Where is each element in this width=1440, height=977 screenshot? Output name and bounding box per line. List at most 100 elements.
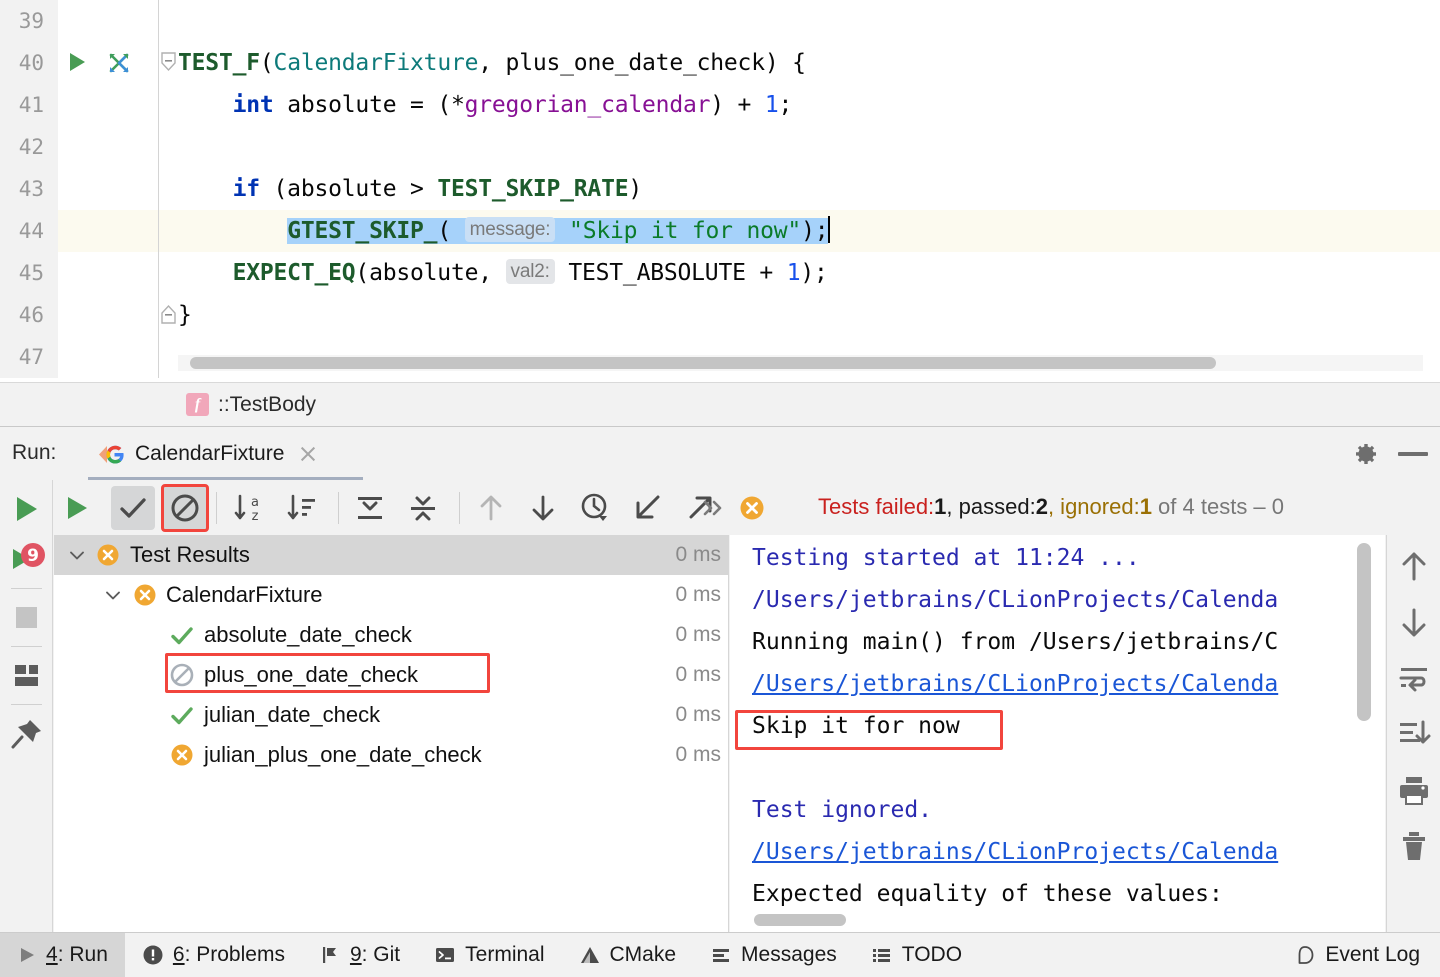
console-line-link[interactable]: /Users/jetbrains/CLionProjects/Calenda <box>752 663 1278 705</box>
play-icon <box>17 945 37 965</box>
chevron-down-icon[interactable] <box>104 586 122 604</box>
tree-row-julian-date-check[interactable]: julian_date_check 0 ms <box>54 695 728 735</box>
layout-button[interactable] <box>0 651 53 701</box>
scroll-down-button[interactable] <box>1389 597 1439 647</box>
test-state-icon[interactable] <box>106 50 132 76</box>
tree-row-absolute-date-check[interactable]: absolute_date_check 0 ms <box>54 615 728 655</box>
code-fold-open-icon[interactable] <box>159 52 178 74</box>
scroll-up-button[interactable] <box>1389 541 1439 591</box>
show-passed-button[interactable] <box>111 486 155 530</box>
test-console-output[interactable]: Testing started at 11:24 ... /Users/jetb… <box>730 535 1385 932</box>
line-number: 41 <box>18 93 44 117</box>
failed-icon <box>740 496 764 520</box>
statusbar-problems-label: : Problems <box>184 943 285 966</box>
statusbar-run[interactable]: 4: Run <box>0 932 125 977</box>
scroll-to-end-button[interactable] <box>1389 709 1439 759</box>
run-tab-calendarfixture[interactable]: CalendarFixture <box>88 427 328 481</box>
toolbar-separator <box>11 588 42 589</box>
close-icon[interactable] <box>298 444 318 464</box>
statusbar-messages-label: Messages <box>741 943 837 966</box>
soft-wrap-button[interactable] <box>1389 653 1439 703</box>
sort-by-duration-button[interactable] <box>280 486 324 530</box>
test-history-button[interactable] <box>573 486 617 530</box>
tree-row-plus-one-date-check[interactable]: plus_one_date_check 0 ms <box>54 655 728 695</box>
code-token: (absolute, <box>355 260 506 286</box>
console-line-link[interactable]: /Users/jetbrains/CLionProjects/Calenda <box>752 831 1278 873</box>
editor-line[interactable]: 46 } <box>0 294 1440 336</box>
editor-line[interactable]: 45 EXPECT_EQ(absolute, val2: TEST_ABSOLU… <box>0 252 1440 294</box>
editor-hscrollbar-thumb[interactable] <box>190 357 1216 369</box>
chevron-down-icon[interactable] <box>68 546 86 564</box>
expand-all-button[interactable] <box>348 486 392 530</box>
tree-row-label: julian_date_check <box>204 702 381 727</box>
console-hscrollbar-thumb[interactable] <box>754 914 846 926</box>
more-toolbar-button[interactable] <box>690 486 734 530</box>
code-text: GTEST_SKIP_( message: "Skip it for now")… <box>178 210 831 252</box>
minimize-icon[interactable] <box>1398 452 1428 456</box>
statusbar-messages[interactable]: Messages <box>693 933 854 977</box>
statusbar-todo[interactable]: TODO <box>854 933 979 977</box>
collapse-all-button[interactable] <box>401 486 445 530</box>
console-line-skip-message: Skip it for now <box>752 713 960 739</box>
tree-row-calendarfixture[interactable]: CalendarFixture 0 ms <box>54 575 728 615</box>
gutter-strip <box>58 210 158 252</box>
breadcrumb-label[interactable]: ::TestBody <box>218 393 316 417</box>
line-number: 39 <box>18 9 44 33</box>
rerun-failed-button[interactable]: 9 <box>0 534 53 584</box>
editor-line[interactable]: 39 <box>0 0 1440 42</box>
gutter-strip <box>58 336 158 378</box>
test-results-tree[interactable]: Test Results 0 ms CalendarFixture 0 ms a… <box>54 535 729 932</box>
text-caret <box>828 216 831 243</box>
code-token: absolute = (* <box>273 92 465 118</box>
editor-line[interactable]: 41 int absolute = (*gregorian_calendar) … <box>0 84 1440 126</box>
editor-line[interactable]: 43 if (absolute > TEST_SKIP_RATE) <box>0 168 1440 210</box>
code-text: if (absolute > TEST_SKIP_RATE) <box>178 168 643 210</box>
statusbar-problems[interactable]: 6: Problems <box>125 933 302 977</box>
statusbar-event-log[interactable]: Event Log <box>1277 933 1440 977</box>
pin-icon[interactable] <box>0 709 53 759</box>
editor-line[interactable]: 40 TEST_F(CalendarFixture, plus_one_date… <box>0 42 1440 84</box>
statusbar-terminal[interactable]: Terminal <box>417 933 561 977</box>
import-tests-button[interactable] <box>625 486 669 530</box>
rerun-button[interactable] <box>0 484 53 534</box>
failed-icon <box>134 584 156 606</box>
code-token: } <box>178 302 192 328</box>
editor-line[interactable]: 42 <box>0 126 1440 168</box>
console-line: Testing started at 11:24 ... <box>752 545 1140 571</box>
toolbar-separator <box>338 492 339 524</box>
print-icon[interactable] <box>1389 765 1439 815</box>
statusbar-cmake[interactable]: CMake <box>562 933 694 977</box>
run-test-icon[interactable] <box>70 53 85 71</box>
line-number: 40 <box>18 51 44 75</box>
statusbar-problems-number: 6 <box>172 943 185 966</box>
gutter-divider <box>158 84 159 126</box>
code-token: ( <box>437 218 465 244</box>
ignored-icon <box>170 663 194 687</box>
previous-failed-button[interactable] <box>469 486 513 530</box>
toolbar-separator <box>216 492 217 524</box>
sort-alphabetically-button[interactable]: a z <box>226 486 270 530</box>
gutter-divider <box>158 0 159 42</box>
trash-icon[interactable] <box>1389 821 1439 871</box>
breadcrumb[interactable]: f ::TestBody <box>0 382 1440 426</box>
statusbar-git-number: 9 <box>349 943 362 966</box>
gutter-icons[interactable] <box>60 42 158 84</box>
tree-row-test-results[interactable]: Test Results 0 ms <box>54 535 728 575</box>
code-editor[interactable]: 39 40 TEST_F(CalendarFixture, plus_one_d… <box>0 0 1440 380</box>
rerun-tests-button[interactable] <box>54 486 98 530</box>
statusbar-git[interactable]: 9: Git <box>302 933 417 977</box>
console-vscrollbar-thumb[interactable] <box>1357 543 1371 721</box>
tests-failed-count: 1 <box>934 494 947 519</box>
code-fold-close-icon[interactable] <box>159 302 178 324</box>
show-ignored-button[interactable] <box>161 484 209 532</box>
next-failed-button[interactable] <box>521 486 565 530</box>
code-token: 1 <box>786 260 801 286</box>
code-token: EXPECT_EQ <box>232 260 356 286</box>
editor-line-current[interactable]: 44 GTEST_SKIP_( message: "Skip it for no… <box>0 210 1440 252</box>
gear-icon[interactable] <box>1348 438 1380 470</box>
tree-row-julian-plus-one-date-check[interactable]: julian_plus_one_date_check 0 ms <box>54 735 728 775</box>
gutter-divider <box>158 126 159 168</box>
gutter-strip <box>58 84 158 126</box>
stop-button[interactable] <box>0 593 53 643</box>
